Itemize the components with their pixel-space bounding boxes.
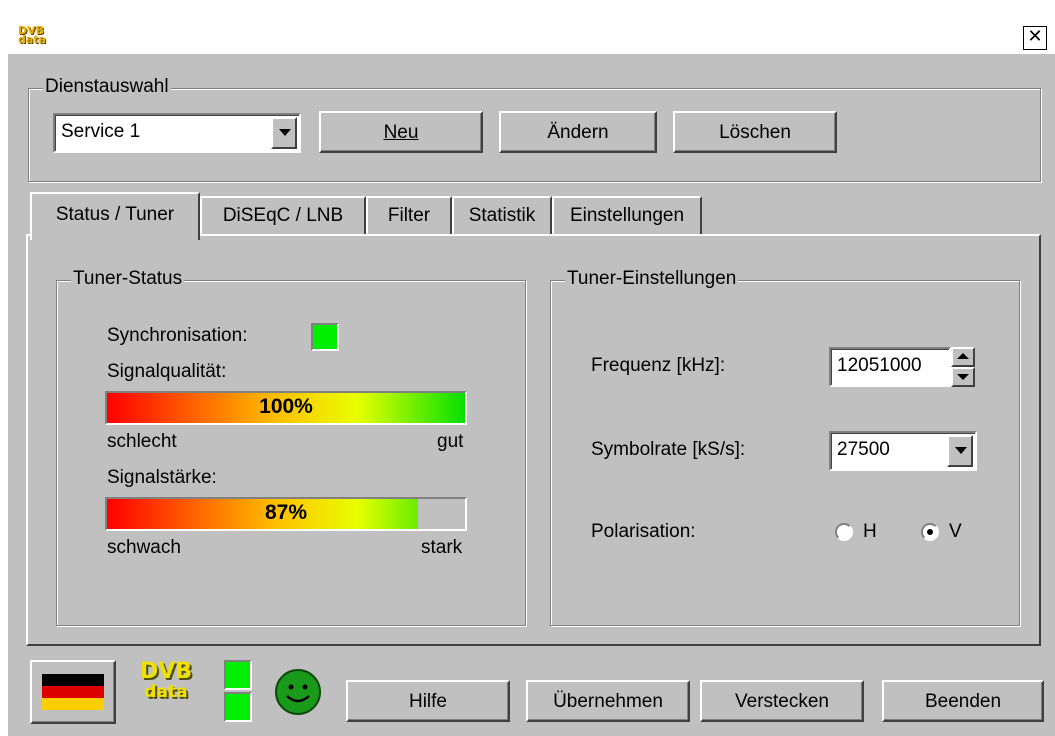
- tab-einstellungen[interactable]: Einstellungen: [552, 196, 702, 236]
- frequency-input[interactable]: 12051000: [829, 347, 951, 387]
- exit-label: Beenden: [924, 691, 1002, 712]
- dvb-logo-top: DVB: [139, 659, 193, 684]
- signal-strength-bar: 87%: [105, 497, 467, 531]
- tab-einstellungen-label: Einstellungen: [569, 205, 685, 226]
- tab-statistik-label: Statistik: [468, 205, 536, 226]
- tuner-settings-title: Tuner-Einstellungen: [565, 268, 739, 290]
- german-flag-icon: [42, 674, 104, 710]
- delete-service-button[interactable]: Löschen: [673, 111, 837, 153]
- tab-status-tuner-label: Status / Tuner: [55, 204, 175, 225]
- frequency-value: 12051000: [837, 355, 922, 376]
- app-logo-icon: DVB data: [18, 24, 46, 46]
- symbolrate-select[interactable]: 27500: [829, 431, 977, 471]
- language-button[interactable]: [30, 660, 116, 724]
- frequency-label: Frequenz [kHz]:: [591, 355, 726, 376]
- tuner-status-title: Tuner-Status: [71, 268, 185, 290]
- polarisation-label: Polarisation:: [591, 521, 696, 542]
- title-bar: DVB data ✕: [8, 8, 1055, 54]
- tab-diseqc-lnb[interactable]: DiSEqC / LNB: [200, 196, 366, 236]
- sync-indicator: [311, 323, 339, 351]
- signal-quality-value: 100%: [259, 395, 313, 418]
- tab-statistik[interactable]: Statistik: [452, 196, 552, 236]
- change-service-label: Ändern: [547, 122, 609, 143]
- status-led-top: [224, 660, 252, 690]
- dvb-data-logo: DVB data: [136, 659, 196, 714]
- tuner-status-group: Tuner-Status Synchronisation: Signalqual…: [56, 268, 526, 626]
- close-button[interactable]: ✕: [1023, 26, 1047, 50]
- change-service-button[interactable]: Ändern: [499, 111, 657, 153]
- polarisation-h-label[interactable]: H: [863, 521, 877, 543]
- signal-strength-label: Signalstärke:: [107, 467, 217, 488]
- signal-quality-low: schlecht: [107, 431, 177, 452]
- polarisation-v-radio[interactable]: [921, 523, 939, 541]
- spin-up-icon: [957, 353, 969, 359]
- smiley-icon: [274, 668, 322, 716]
- symbolrate-value: 27500: [837, 439, 890, 460]
- help-button[interactable]: Hilfe: [346, 680, 510, 722]
- dropdown-arrow-icon[interactable]: [947, 435, 973, 467]
- tab-status-tuner[interactable]: Status / Tuner: [30, 192, 200, 240]
- new-service-button[interactable]: Neu: [319, 111, 483, 153]
- apply-button[interactable]: Übernehmen: [526, 680, 690, 722]
- dropdown-arrow-icon[interactable]: [271, 117, 297, 149]
- tuner-settings-group: Tuner-Einstellungen Frequenz [kHz]: 1205…: [550, 268, 1020, 626]
- symbolrate-label: Symbolrate [kS/s]:: [591, 439, 746, 460]
- polarisation-h-radio[interactable]: [835, 523, 853, 541]
- frequency-up-button[interactable]: [951, 347, 975, 367]
- exit-button[interactable]: Beenden: [882, 680, 1044, 722]
- hide-label: Verstecken: [735, 691, 829, 712]
- tab-filter[interactable]: Filter: [366, 196, 452, 236]
- service-group-title: Dienstauswahl: [43, 76, 171, 98]
- signal-quality-bar: 100%: [105, 391, 467, 425]
- tab-filter-label: Filter: [387, 205, 431, 226]
- status-led-bottom: [224, 692, 252, 722]
- service-select[interactable]: Service 1: [53, 113, 301, 153]
- frequency-down-button[interactable]: [951, 367, 975, 387]
- signal-strength-value: 87%: [264, 501, 308, 524]
- main-window: DVB data ✕ Dienstauswahl Service 1 Neu Än…: [8, 8, 1055, 736]
- delete-service-label: Löschen: [719, 122, 791, 143]
- new-service-label: Neu: [383, 122, 419, 143]
- dvb-logo-bottom: data: [144, 682, 188, 702]
- signal-quality-high: gut: [437, 431, 464, 452]
- signal-strength-high: stark: [421, 537, 463, 558]
- tab-diseqc-lnb-label: DiSEqC / LNB: [222, 205, 344, 226]
- signal-strength-low: schwach: [107, 537, 181, 558]
- signal-quality-label: Signalqualität:: [107, 361, 227, 382]
- service-selection-group: Dienstauswahl Service 1 Neu Ändern Lösch…: [28, 76, 1041, 182]
- apply-label: Übernehmen: [553, 691, 663, 712]
- help-label: Hilfe: [408, 691, 447, 712]
- tab-panel-status-tuner: Tuner-Status Synchronisation: Signalqual…: [26, 234, 1041, 646]
- spin-down-icon: [957, 374, 969, 380]
- hide-button[interactable]: Verstecken: [700, 680, 864, 722]
- service-select-value: Service 1: [61, 121, 141, 142]
- polarisation-v-label[interactable]: V: [949, 521, 962, 543]
- sync-label: Synchronisation:: [107, 325, 248, 346]
